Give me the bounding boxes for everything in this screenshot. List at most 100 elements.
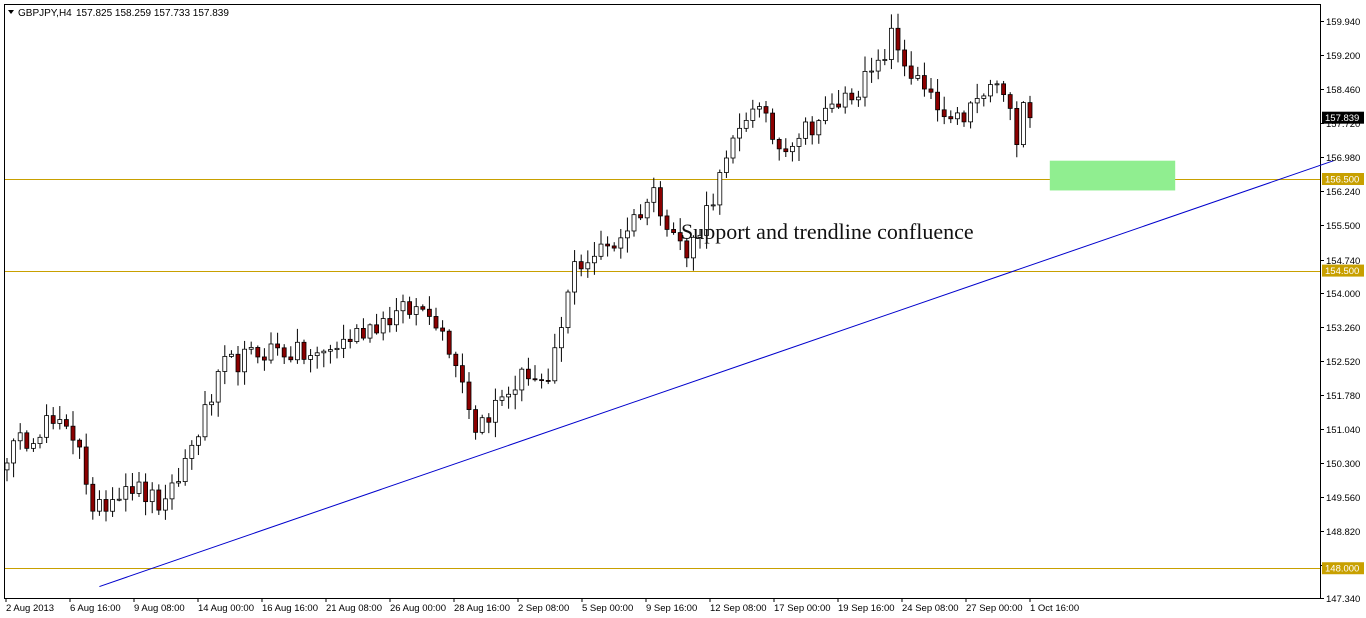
candle-body	[941, 109, 947, 118]
x-tick-label: 14 Aug 00:00	[198, 603, 254, 614]
x-tick-label: 27 Sep 00:00	[966, 603, 1023, 614]
candle-body	[294, 341, 300, 361]
price-chart[interactable]: Support and trendline confluence GBPJPY,…	[0, 0, 1366, 618]
y-tick-label: 159.940	[1326, 17, 1360, 28]
ohlc-values: 157.825 158.259 157.733 157.839	[76, 8, 229, 19]
candle-body	[796, 137, 802, 147]
y-tick-label: 154.000	[1326, 289, 1360, 300]
candle-body	[790, 145, 795, 153]
candle-body	[123, 486, 129, 500]
candle-body	[922, 75, 927, 90]
candle-body	[730, 137, 736, 159]
x-tick-label: 5 Sep 00:00	[582, 603, 633, 614]
candle-body	[915, 75, 921, 79]
candle-body	[327, 349, 333, 352]
candle-body	[506, 393, 512, 398]
candle-body	[763, 106, 769, 114]
candle-body	[1027, 102, 1033, 119]
candle-body	[869, 70, 874, 73]
candle-body	[380, 318, 386, 334]
candle-body	[1001, 83, 1006, 96]
candle-body	[90, 483, 96, 512]
candle-body	[347, 338, 353, 342]
candle	[770, 108, 775, 145]
candle	[24, 430, 30, 452]
candle-body	[24, 432, 30, 449]
candle-body	[136, 481, 142, 494]
candle-body	[440, 327, 446, 332]
level-price-label: 154.500	[1322, 264, 1364, 277]
candle-body	[215, 371, 221, 403]
candle-body	[644, 201, 650, 219]
candle-body	[77, 439, 82, 448]
candle-body	[176, 481, 182, 484]
candle-body	[519, 368, 525, 391]
candle-body	[638, 214, 643, 219]
candle-body	[605, 243, 610, 247]
candle-body	[948, 116, 954, 120]
candle	[446, 329, 452, 359]
candle-body	[578, 261, 584, 270]
candle-body	[466, 381, 472, 410]
candle-body	[856, 96, 861, 101]
candle-body	[453, 353, 459, 367]
candle-body	[64, 419, 69, 427]
candle-body	[149, 489, 155, 503]
candle-body	[492, 399, 498, 423]
y-tick-label: 148.820	[1326, 527, 1360, 538]
candle-body	[585, 262, 591, 270]
x-tick-label: 2 Aug 2013	[6, 603, 54, 614]
candle-body	[367, 324, 373, 339]
candle-body	[11, 440, 17, 464]
candle-body	[559, 327, 564, 349]
candle-body	[97, 499, 102, 512]
support-zone-rect[interactable]	[1049, 160, 1176, 191]
x-tick-label: 21 Aug 08:00	[326, 603, 382, 614]
candle-body	[433, 316, 439, 329]
candle-body	[387, 318, 393, 326]
candle-body	[499, 396, 505, 401]
level-price-label: 148.000	[1322, 562, 1364, 575]
candle-body	[512, 389, 518, 395]
y-tick-label: 149.560	[1326, 493, 1360, 504]
candle-body	[592, 255, 597, 264]
candle-body	[486, 417, 492, 423]
y-tick-label: 151.040	[1326, 425, 1360, 436]
candle	[479, 414, 485, 435]
candle-body	[4, 462, 10, 471]
candle-body	[598, 243, 604, 257]
y-tick-label: 159.200	[1326, 51, 1360, 62]
candle-body	[30, 443, 36, 449]
candle-body	[935, 91, 940, 111]
x-tick-label: 19 Sep 16:00	[838, 603, 895, 614]
candle-body	[988, 84, 993, 97]
x-tick-label: 9 Aug 08:00	[134, 603, 185, 614]
candle	[1021, 101, 1026, 148]
y-tick-label: 150.300	[1326, 459, 1360, 470]
candle-body	[162, 498, 168, 511]
candle-body	[750, 108, 756, 121]
candle-body	[572, 261, 577, 293]
candle-body	[526, 368, 531, 380]
candle-body	[882, 59, 888, 61]
candle-body	[809, 121, 815, 136]
candle-body	[116, 498, 122, 501]
candle-body	[849, 92, 855, 101]
x-tick-label: 12 Sep 08:00	[710, 603, 767, 614]
candle-body	[143, 481, 149, 503]
candle-body	[44, 415, 49, 438]
candle-body	[354, 328, 360, 342]
candle-body	[757, 106, 762, 110]
candle-body	[974, 98, 980, 104]
x-tick-label: 2 Sep 08:00	[518, 603, 569, 614]
candle-body	[420, 306, 426, 310]
current-price-label: 157.839	[1322, 111, 1364, 124]
y-tick-label: 156.240	[1326, 187, 1360, 198]
chart-annotation: Support and trendline confluence	[681, 219, 974, 244]
candle-body	[783, 148, 789, 153]
candle-body	[625, 230, 630, 239]
candle-body	[37, 436, 43, 444]
candle-body	[129, 486, 135, 494]
candle-body	[314, 352, 320, 356]
candle-body	[50, 415, 56, 424]
